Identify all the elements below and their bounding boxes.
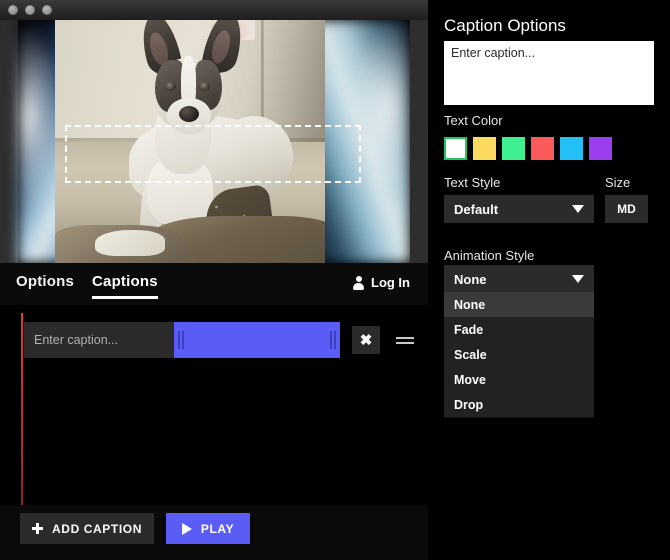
color-swatch-purple[interactable] — [589, 137, 612, 160]
action-bar: ADD CAPTION PLAY — [0, 505, 428, 560]
minimize-window-button[interactable] — [25, 5, 35, 15]
window-controls — [8, 5, 52, 15]
page-title: Caption Options — [444, 16, 566, 36]
dropdown-option-fade[interactable]: Fade — [444, 317, 594, 342]
text-color-label: Text Color — [444, 113, 503, 128]
tab-options[interactable]: Options — [16, 273, 74, 296]
dog-nose — [179, 106, 199, 122]
video-preview[interactable] — [0, 20, 428, 263]
size-value: MD — [617, 202, 636, 216]
color-swatch-yellow[interactable] — [473, 137, 496, 160]
tab-bar: Options Captions Log In — [0, 263, 428, 306]
color-swatch-green[interactable] — [502, 137, 525, 160]
size-label: Size — [605, 175, 630, 190]
chevron-down-icon — [572, 275, 584, 283]
dropdown-option-none[interactable]: None — [444, 292, 594, 317]
caption-options-panel: Caption Options Text Color Text Style De… — [428, 0, 670, 560]
tab-captions[interactable]: Captions — [92, 273, 158, 299]
color-swatch-white[interactable] — [444, 137, 467, 160]
timeline-playhead[interactable] — [21, 313, 23, 505]
text-style-value: Default — [454, 202, 498, 217]
dog-eye-right — [199, 82, 210, 91]
caption-timeline[interactable]: ✖ — [0, 305, 428, 505]
add-caption-button[interactable]: ADD CAPTION — [20, 513, 154, 544]
animation-style-value: None — [454, 272, 487, 287]
person-icon — [353, 276, 364, 290]
color-swatch-red[interactable] — [531, 137, 554, 160]
login-label: Log In — [371, 275, 410, 290]
duration-handle-left[interactable] — [178, 331, 184, 349]
app-window: Options Captions Log In ✖ ADD CAPTION PL… — [0, 0, 428, 560]
dog-eye-left — [165, 82, 176, 91]
caption-textarea[interactable] — [444, 41, 654, 105]
color-swatch-cyan[interactable] — [560, 137, 583, 160]
maximize-window-button[interactable] — [42, 5, 52, 15]
animation-style-dropdown: None Fade Scale Move Drop — [444, 292, 594, 417]
animation-style-label: Animation Style — [444, 248, 534, 263]
plus-icon — [32, 523, 43, 534]
play-button[interactable]: PLAY — [166, 513, 250, 544]
add-caption-label: ADD CAPTION — [52, 522, 142, 536]
window-titlebar — [0, 0, 428, 20]
reorder-handle-icon[interactable] — [396, 335, 414, 345]
preview-right-edge — [410, 20, 428, 263]
close-window-button[interactable] — [8, 5, 18, 15]
play-icon — [182, 523, 192, 535]
play-label: PLAY — [201, 522, 234, 536]
duration-handle-right[interactable] — [330, 331, 336, 349]
close-icon[interactable]: ✖ — [352, 326, 380, 354]
caption-text-input[interactable] — [24, 322, 174, 358]
animation-style-select[interactable]: None — [444, 265, 594, 293]
preview-left-edge — [0, 20, 18, 263]
size-button[interactable]: MD — [605, 195, 648, 223]
table-row: ✖ — [24, 322, 414, 358]
dropdown-option-move[interactable]: Move — [444, 367, 594, 392]
dropdown-option-drop[interactable]: Drop — [444, 392, 594, 417]
text-style-label: Text Style — [444, 175, 500, 190]
text-color-swatches — [444, 137, 612, 160]
white-blanket — [95, 230, 165, 256]
dropdown-option-scale[interactable]: Scale — [444, 342, 594, 367]
caption-placement-box[interactable] — [65, 125, 361, 183]
caption-duration-bar[interactable] — [174, 322, 340, 358]
chevron-down-icon — [572, 205, 584, 213]
text-style-select[interactable]: Default — [444, 195, 594, 223]
login-button[interactable]: Log In — [353, 275, 410, 290]
